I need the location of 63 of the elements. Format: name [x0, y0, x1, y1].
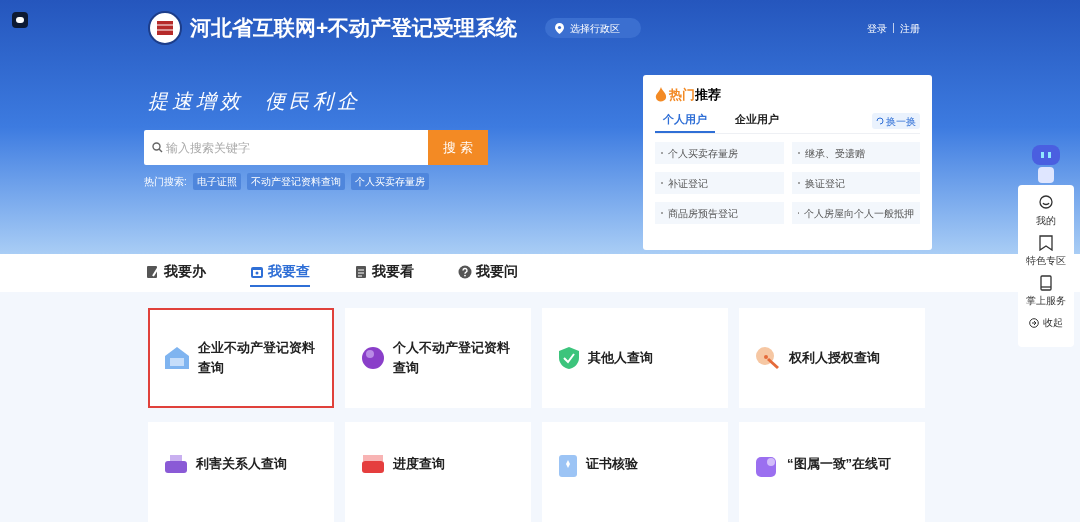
card-title: “图属一致”在线可 — [787, 455, 891, 473]
card-title: 权利人授权查询 — [789, 349, 880, 367]
service-card[interactable]: 利害关系人查询 — [148, 422, 334, 522]
recommend-item[interactable]: 换证登记 — [791, 172, 920, 194]
corner-icon — [12, 12, 28, 28]
card-title: 其他人查询 — [588, 349, 653, 367]
auth-link[interactable]: 登录 — [867, 20, 887, 36]
region-selector[interactable]: 选择行政区 — [545, 18, 642, 38]
location-pin-icon — [555, 22, 565, 34]
site-title: 河北省互联网+不动产登记受理系统 — [190, 15, 518, 42]
hot-search-tag[interactable]: 不动产登记资料查询 — [246, 173, 345, 190]
hot-search-tag[interactable]: 电子证照 — [192, 173, 241, 190]
card-title: 企业不动产登记资料查询 — [198, 339, 316, 377]
card-title: 进度查询 — [393, 455, 445, 473]
nav-tab[interactable]: 我要问 — [458, 258, 518, 287]
search-field[interactable]: 输入搜索关键字 — [144, 130, 428, 165]
question-icon — [458, 264, 472, 279]
side-menu-item[interactable]: 我的 — [1036, 195, 1056, 228]
card-title: 个人不动产登记资料查询 — [393, 339, 511, 377]
service-card[interactable]: “图属一致”在线可 — [739, 422, 925, 522]
recommend-item[interactable]: 继承、受遗赠 — [791, 142, 920, 164]
hot-search-label: 热门搜索: — [144, 175, 187, 189]
auth-link[interactable]: 注册 — [900, 20, 920, 36]
emblem-logo — [148, 11, 182, 45]
box-icon — [361, 454, 385, 474]
hot-search-tag[interactable]: 个人买卖存量房 — [350, 173, 429, 190]
user-type-tab[interactable]: 个人用户 — [655, 110, 715, 133]
refresh-icon — [876, 117, 884, 125]
house-icon — [164, 346, 190, 370]
side-menu-item[interactable]: 掌上服务 — [1026, 275, 1066, 308]
recommend-item[interactable]: 个人买卖存量房 — [655, 142, 784, 164]
sphere-icon — [361, 346, 385, 370]
slogan: 提速增效 便民利企 — [148, 89, 361, 113]
shield-icon — [558, 346, 580, 370]
recommend-item[interactable]: 商品房预告登记 — [655, 202, 784, 224]
card-title: 证书核验 — [586, 455, 638, 473]
service-card[interactable]: 个人不动产登记资料查询 — [345, 308, 531, 408]
service-card[interactable]: 证书核验 — [542, 422, 728, 522]
recommend-item[interactable]: 补证登记 — [655, 172, 784, 194]
user-type-tab[interactable]: 企业用户 — [727, 110, 787, 133]
panel-title-highlight: 热门 — [669, 86, 695, 104]
robot-icon — [1030, 145, 1062, 185]
user-icon — [1038, 195, 1054, 211]
service-card[interactable]: 进度查询 — [345, 422, 531, 522]
calendar-icon — [250, 264, 264, 279]
bookmark-icon — [1038, 235, 1054, 251]
service-card[interactable]: 权利人授权查询 — [739, 308, 925, 408]
service-card[interactable]: 企业不动产登记资料查询 — [148, 308, 334, 408]
card-title: 利害关系人查询 — [196, 455, 287, 473]
tablet-icon — [1038, 275, 1054, 291]
panel-title: 推荐 — [695, 86, 721, 104]
refresh-button[interactable]: 换一换 — [872, 113, 920, 129]
nav-tab[interactable]: 我要查 — [250, 258, 310, 287]
service-card[interactable]: 其他人查询 — [542, 308, 728, 408]
pen-icon — [146, 264, 160, 279]
arrow-right-icon — [1029, 317, 1039, 328]
search-icon — [152, 142, 163, 153]
collapse-button[interactable]: 收起 — [1029, 315, 1063, 330]
recommend-item[interactable]: 个人房屋向个人一般抵押 — [791, 202, 920, 224]
nav-tab[interactable]: 我要办 — [146, 258, 206, 287]
side-menu-item[interactable]: 特色专区 — [1026, 235, 1066, 268]
nav-tab[interactable]: 我要看 — [354, 258, 414, 287]
document-icon — [354, 264, 368, 279]
